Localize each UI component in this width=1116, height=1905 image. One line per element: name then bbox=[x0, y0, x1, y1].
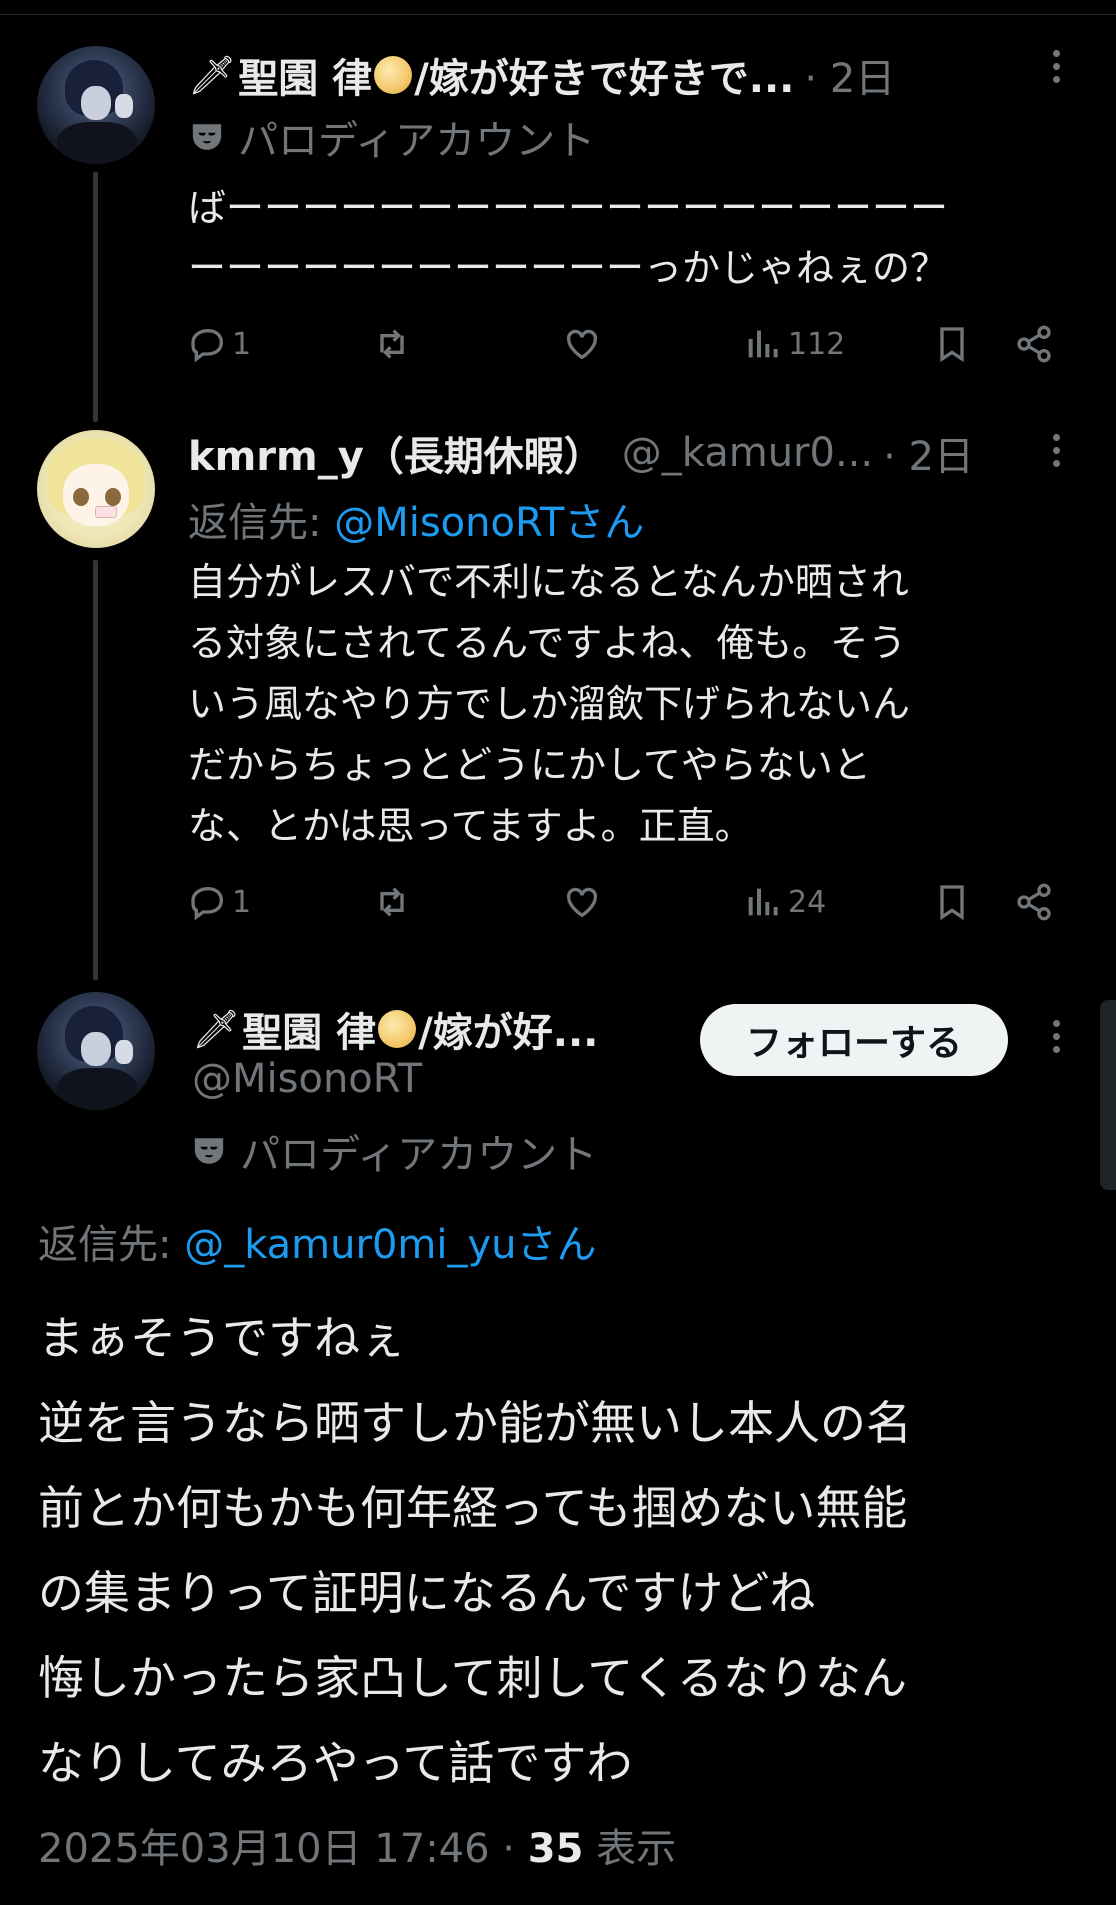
reply-prefix: 返信先: bbox=[38, 1222, 185, 1268]
view-count: 35 bbox=[527, 1826, 584, 1872]
text-line: まぁそうですねぇ bbox=[38, 1311, 406, 1365]
full-moon-emoji bbox=[378, 1010, 417, 1048]
text-line: 前とか何もかも何年経っても掴めない無能 bbox=[38, 1481, 908, 1535]
scrollbar-thumb[interactable] bbox=[1100, 1000, 1116, 1190]
reply-mention-link[interactable]: @_kamur0mi_yuさん bbox=[184, 1222, 596, 1268]
text-line: 悔しかったら家凸して刺してくるなりなん bbox=[38, 1651, 907, 1705]
timeline: 🗡 聖園 律 /嫁が好きで好きで... · 2日 パロディアカウント ばーーーー… bbox=[0, 0, 1116, 1905]
follow-button[interactable]: フォローする bbox=[700, 1004, 1008, 1076]
avatar[interactable] bbox=[37, 992, 155, 1110]
author-row[interactable]: 🗡 聖園 律 /嫁が好... bbox=[192, 1000, 598, 1058]
mask-icon bbox=[194, 1138, 224, 1164]
text-line: の集まりって証明になるんですけどね bbox=[38, 1566, 816, 1620]
user-handle[interactable]: @MisonoRT bbox=[192, 1056, 422, 1102]
parody-label: パロディアカウント bbox=[192, 1122, 597, 1180]
reply-to-line: 返信先: @_kamur0mi_yuさん bbox=[38, 1212, 597, 1270]
dagger-emoji: 🗡 bbox=[192, 1007, 241, 1051]
timestamp[interactable]: 2025年03月10日 17:46 · bbox=[38, 1826, 528, 1872]
text-line: 逆を言うなら晒すしか能が無いし本人の名 bbox=[38, 1396, 912, 1450]
focused-tweet: 🗡 聖園 律 /嫁が好... @MisonoRT フォローする パロディアカウン… bbox=[0, 0, 1116, 1905]
tweet-meta: 2025年03月10日 17:46 · 35 表示 bbox=[38, 1816, 676, 1874]
text-line: なりしてみろやって話ですわ bbox=[38, 1736, 633, 1790]
parody-text: パロディアカウント bbox=[240, 1132, 598, 1178]
tweet-text: まぁそうですねぇ 逆を言うなら晒すしか能が無いし本人の名 前とか何もかも何年経っ… bbox=[38, 1296, 912, 1806]
display-name[interactable]: 聖園 律 bbox=[242, 1000, 376, 1058]
more-icon[interactable] bbox=[1051, 1020, 1061, 1060]
view-label: 表示 bbox=[583, 1826, 677, 1872]
display-name-suffix[interactable]: /嫁が好... bbox=[418, 1000, 598, 1058]
